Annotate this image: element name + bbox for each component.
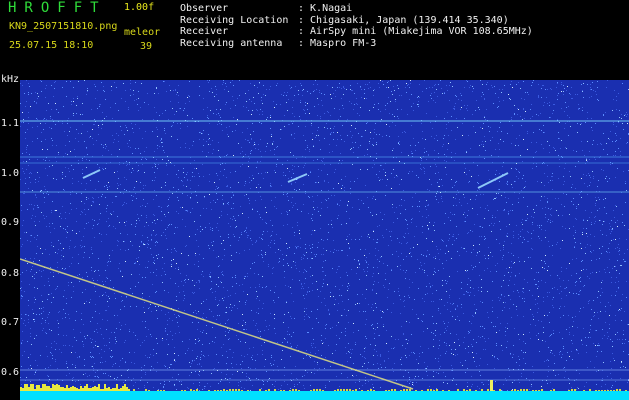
y-tick-label: 1.1 <box>1 118 20 129</box>
spectrogram-canvas <box>20 80 629 400</box>
y-tick-label: 0.8 <box>1 268 20 279</box>
meta-row-receiver: Receiver : AirSpy mini (Miakejima VOR 108… <box>180 26 533 38</box>
noise-floor <box>20 391 629 400</box>
meta-value: : K.Nagai <box>298 3 353 14</box>
filename-label: KN9_2507151810.png <box>9 21 118 32</box>
meta-row-antenna: Receiving antenna : Maspro FM-3 <box>180 38 533 50</box>
y-unit-label: kHz <box>1 74 20 85</box>
header: HROFFT 1.00f KN9_2507151810.png 25.07.15… <box>0 0 629 78</box>
meteor-count: 39 <box>140 41 153 52</box>
meta-row-location: Receiving Location : Chigasaki, Japan (13… <box>180 15 533 27</box>
y-tick-label: 0.9 <box>1 217 20 228</box>
y-tick-label: 1.0 <box>1 168 20 179</box>
y-tick-label: 0.7 <box>1 317 20 328</box>
datetime-label: 25.07.15 18:10 <box>9 40 94 51</box>
meta-row-observer: Observer : K.Nagai <box>180 3 533 15</box>
meta-value: : Maspro FM-3 <box>298 37 377 49</box>
meta-label: Receiving Location <box>180 14 289 26</box>
meta-value: : AirSpy mini (Miakejima VOR 108.65MHz) <box>298 26 533 37</box>
metadata-panel: Observer : K.Nagai Receiving Location : Ch… <box>180 3 533 49</box>
app-title: HROFFT <box>8 0 107 16</box>
spectrogram-plot <box>20 80 629 400</box>
y-tick-label: 0.6 <box>1 367 20 378</box>
meta-label: Receiving antenna <box>180 37 283 49</box>
meta-value: : Chigasaki, Japan (139.414 35.340) <box>298 14 509 26</box>
meta-label: Observer <box>180 3 229 14</box>
meta-label: Receiver <box>180 26 229 37</box>
version-label: 1.00f <box>124 2 155 13</box>
meteor-label: meleor <box>124 27 161 38</box>
